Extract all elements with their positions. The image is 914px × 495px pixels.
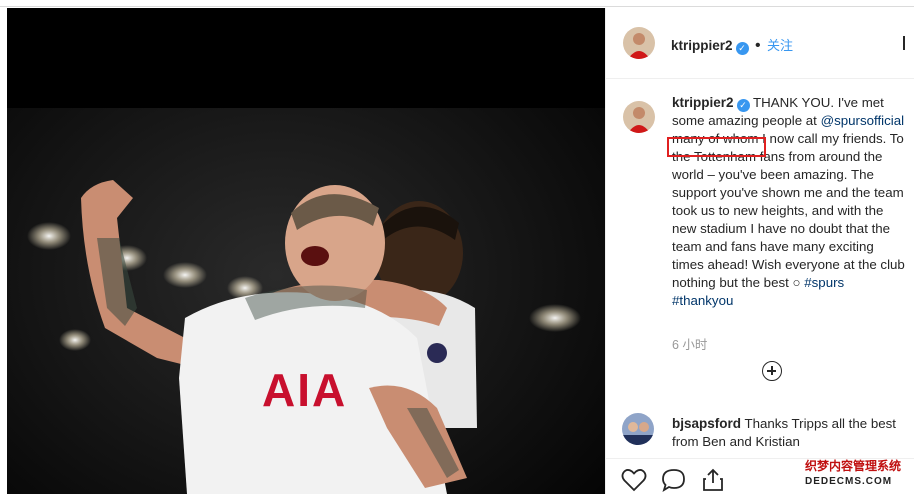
- heart-icon[interactable]: [621, 468, 647, 492]
- watermark-line-2: DEDECMS.COM: [805, 476, 893, 487]
- commenter-avatar-image: [622, 413, 654, 445]
- options-icon[interactable]: [903, 36, 908, 50]
- window-top-border: [0, 0, 914, 7]
- site-watermark: 织梦内容管理系统 DEDECMS.COM: [805, 457, 909, 489]
- celebration-photo-illustration: AIA: [7, 8, 605, 494]
- caption-username[interactable]: ktrippier2: [672, 95, 734, 110]
- caption-verified-icon: ✓: [736, 99, 750, 112]
- mention-link[interactable]: @spursofficial: [821, 113, 904, 128]
- hashtag-thankyou[interactable]: #thankyou: [672, 293, 733, 308]
- verified-badge-icon: ✓: [735, 42, 749, 55]
- emoji-circle-icon: ○: [792, 275, 801, 290]
- header-user-line: ktrippier2 ✓ • 关注: [671, 35, 793, 55]
- share-icon[interactable]: [701, 467, 725, 493]
- post-timestamp[interactable]: 6 小时: [672, 334, 707, 353]
- watermark-line-1: 织梦内容管理系统: [805, 459, 902, 473]
- comment-item: bjsapsford Thanks Tripps all the best fr…: [672, 415, 908, 451]
- follow-button[interactable]: 关注: [767, 38, 793, 53]
- caption-avatar-image: [623, 101, 655, 133]
- author-avatar[interactable]: [623, 27, 655, 59]
- header-username[interactable]: ktrippier2: [671, 38, 733, 53]
- post-caption: ktrippier2 ✓ THANK YOU. I've met some ama…: [672, 94, 908, 310]
- comment-username[interactable]: bjsapsford: [672, 416, 741, 431]
- jersey-sponsor: AIA: [262, 364, 347, 416]
- caption-author-avatar[interactable]: [623, 101, 655, 133]
- hashtag-spurs[interactable]: #spurs: [804, 275, 844, 290]
- separator-dot: •: [754, 37, 761, 54]
- post-photo[interactable]: AIA: [7, 8, 605, 494]
- instagram-post: AIA ktrippier2 ✓ • 关注 ktrippier2 ✓ THANK…: [0, 0, 914, 494]
- avatar-image: [623, 27, 655, 59]
- post-header: ktrippier2 ✓ • 关注: [606, 8, 914, 79]
- mention-highlight-box: [667, 137, 766, 157]
- comment-icon[interactable]: [661, 468, 687, 492]
- load-more-comments-icon[interactable]: [762, 361, 782, 381]
- commenter-avatar[interactable]: [622, 413, 654, 445]
